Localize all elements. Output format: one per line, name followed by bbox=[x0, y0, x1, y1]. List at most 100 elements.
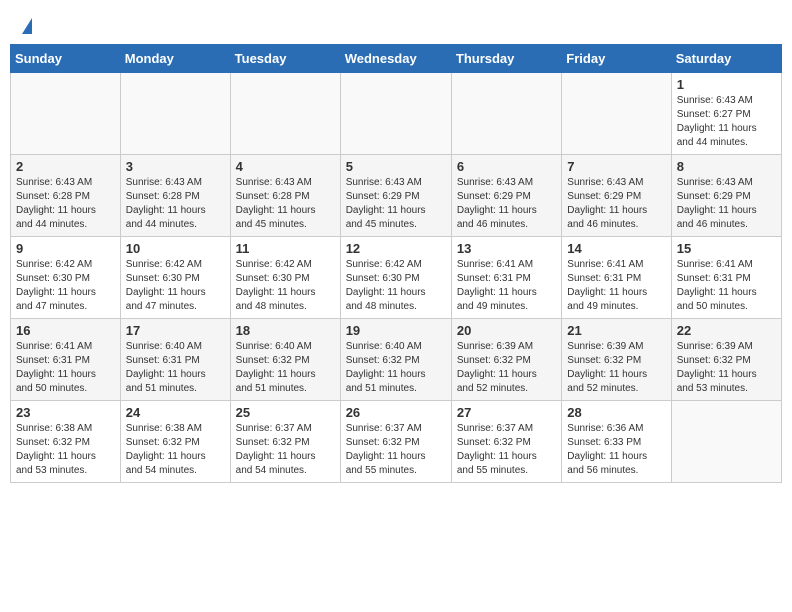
day-info: Sunrise: 6:41 AM Sunset: 6:31 PM Dayligh… bbox=[567, 258, 665, 314]
weekday-header-saturday: Saturday bbox=[671, 45, 781, 73]
day-info: Sunrise: 6:43 AM Sunset: 6:28 PM Dayligh… bbox=[16, 176, 115, 232]
day-number: 4 bbox=[236, 159, 335, 174]
day-info: Sunrise: 6:37 AM Sunset: 6:32 PM Dayligh… bbox=[457, 422, 556, 478]
day-info: Sunrise: 6:43 AM Sunset: 6:28 PM Dayligh… bbox=[126, 176, 225, 232]
day-number: 27 bbox=[457, 405, 556, 420]
day-info: Sunrise: 6:39 AM Sunset: 6:32 PM Dayligh… bbox=[457, 340, 556, 396]
logo bbox=[20, 18, 32, 34]
calendar-week-2: 2 Sunrise: 6:43 AM Sunset: 6:28 PM Daylig… bbox=[11, 155, 782, 237]
calendar-cell: 7 Sunrise: 6:43 AM Sunset: 6:29 PM Daylig… bbox=[562, 155, 671, 237]
weekday-header-thursday: Thursday bbox=[451, 45, 561, 73]
day-info: Sunrise: 6:41 AM Sunset: 6:31 PM Dayligh… bbox=[677, 258, 776, 314]
day-number: 25 bbox=[236, 405, 335, 420]
day-number: 26 bbox=[346, 405, 446, 420]
calendar-cell: 11 Sunrise: 6:42 AM Sunset: 6:30 PM Dayli… bbox=[230, 237, 340, 319]
day-number: 20 bbox=[457, 323, 556, 338]
page-header bbox=[10, 10, 782, 38]
day-info: Sunrise: 6:43 AM Sunset: 6:29 PM Dayligh… bbox=[457, 176, 556, 232]
calendar-cell: 12Sunrise: 6:42 AM Sunset: 6:30 PM Dayli… bbox=[340, 237, 451, 319]
day-info: Sunrise: 6:37 AM Sunset: 6:32 PM Dayligh… bbox=[236, 422, 335, 478]
calendar-cell: 1Sunrise: 6:43 AM Sunset: 6:27 PM Daylig… bbox=[671, 73, 781, 155]
calendar-cell bbox=[451, 73, 561, 155]
calendar-week-4: 16 Sunrise: 6:41 AM Sunset: 6:31 PM Dayli… bbox=[11, 319, 782, 401]
logo-triangle-icon bbox=[22, 18, 32, 34]
day-info: Sunrise: 6:42 AM Sunset: 6:30 PM Dayligh… bbox=[236, 258, 335, 314]
calendar-cell: 9 Sunrise: 6:42 AM Sunset: 6:30 PM Daylig… bbox=[11, 237, 121, 319]
calendar-cell: 4 Sunrise: 6:43 AM Sunset: 6:28 PM Daylig… bbox=[230, 155, 340, 237]
calendar-cell: 25 Sunrise: 6:37 AM Sunset: 6:32 PM Dayli… bbox=[230, 401, 340, 483]
day-info: Sunrise: 6:36 AM Sunset: 6:33 PM Dayligh… bbox=[567, 422, 665, 478]
day-number: 9 bbox=[16, 241, 115, 256]
calendar-table: SundayMondayTuesdayWednesdayThursdayFrid… bbox=[10, 44, 782, 483]
calendar-cell: 19 Sunrise: 6:40 AM Sunset: 6:32 PM Dayli… bbox=[340, 319, 451, 401]
calendar-cell: 6 Sunrise: 6:43 AM Sunset: 6:29 PM Daylig… bbox=[451, 155, 561, 237]
calendar-cell: 5 Sunrise: 6:43 AM Sunset: 6:29 PM Daylig… bbox=[340, 155, 451, 237]
day-info: Sunrise: 6:40 AM Sunset: 6:32 PM Dayligh… bbox=[346, 340, 446, 396]
calendar-cell: 3 Sunrise: 6:43 AM Sunset: 6:28 PM Daylig… bbox=[120, 155, 230, 237]
calendar-cell: 23 Sunrise: 6:38 AM Sunset: 6:32 PM Dayli… bbox=[11, 401, 121, 483]
day-number: 2 bbox=[16, 159, 115, 174]
calendar-cell: 27 Sunrise: 6:37 AM Sunset: 6:32 PM Dayli… bbox=[451, 401, 561, 483]
day-number: 5 bbox=[346, 159, 446, 174]
day-number: 23 bbox=[16, 405, 115, 420]
day-info: Sunrise: 6:41 AM Sunset: 6:31 PM Dayligh… bbox=[457, 258, 556, 314]
day-info: Sunrise: 6:42 AM Sunset: 6:30 PM Dayligh… bbox=[126, 258, 225, 314]
weekday-header-row: SundayMondayTuesdayWednesdayThursdayFrid… bbox=[11, 45, 782, 73]
day-number: 6 bbox=[457, 159, 556, 174]
calendar-cell bbox=[11, 73, 121, 155]
calendar-cell: 22 Sunrise: 6:39 AM Sunset: 6:32 PM Dayli… bbox=[671, 319, 781, 401]
day-number: 19 bbox=[346, 323, 446, 338]
calendar-week-5: 23 Sunrise: 6:38 AM Sunset: 6:32 PM Dayli… bbox=[11, 401, 782, 483]
day-info: Sunrise: 6:40 AM Sunset: 6:31 PM Dayligh… bbox=[126, 340, 225, 396]
day-number: 22 bbox=[677, 323, 776, 338]
day-info: Sunrise: 6:43 AM Sunset: 6:29 PM Dayligh… bbox=[346, 176, 446, 232]
calendar-cell: 17 Sunrise: 6:40 AM Sunset: 6:31 PM Dayli… bbox=[120, 319, 230, 401]
day-info: Sunrise: 6:43 AM Sunset: 6:29 PM Dayligh… bbox=[677, 176, 776, 232]
day-info: Sunrise: 6:42 AM Sunset: 6:30 PM Dayligh… bbox=[16, 258, 115, 314]
day-number: 10 bbox=[126, 241, 225, 256]
day-info: Sunrise: 6:39 AM Sunset: 6:32 PM Dayligh… bbox=[567, 340, 665, 396]
day-number: 13 bbox=[457, 241, 556, 256]
calendar-cell: 10 Sunrise: 6:42 AM Sunset: 6:30 PM Dayli… bbox=[120, 237, 230, 319]
weekday-header-monday: Monday bbox=[120, 45, 230, 73]
calendar-week-3: 9 Sunrise: 6:42 AM Sunset: 6:30 PM Daylig… bbox=[11, 237, 782, 319]
day-number: 18 bbox=[236, 323, 335, 338]
calendar-cell: 28 Sunrise: 6:36 AM Sunset: 6:33 PM Dayli… bbox=[562, 401, 671, 483]
day-number: 3 bbox=[126, 159, 225, 174]
calendar-cell bbox=[120, 73, 230, 155]
weekday-header-friday: Friday bbox=[562, 45, 671, 73]
calendar-cell: 16 Sunrise: 6:41 AM Sunset: 6:31 PM Dayli… bbox=[11, 319, 121, 401]
day-number: 16 bbox=[16, 323, 115, 338]
calendar-cell: 21Sunrise: 6:39 AM Sunset: 6:32 PM Dayli… bbox=[562, 319, 671, 401]
day-info: Sunrise: 6:43 AM Sunset: 6:29 PM Dayligh… bbox=[567, 176, 665, 232]
day-number: 8 bbox=[677, 159, 776, 174]
weekday-header-tuesday: Tuesday bbox=[230, 45, 340, 73]
day-number: 7 bbox=[567, 159, 665, 174]
day-number: 14 bbox=[567, 241, 665, 256]
day-number: 17 bbox=[126, 323, 225, 338]
calendar-week-1: 1Sunrise: 6:43 AM Sunset: 6:27 PM Daylig… bbox=[11, 73, 782, 155]
calendar-cell: 24Sunrise: 6:38 AM Sunset: 6:32 PM Dayli… bbox=[120, 401, 230, 483]
day-number: 1 bbox=[677, 77, 776, 92]
calendar-cell: 15 Sunrise: 6:41 AM Sunset: 6:31 PM Dayli… bbox=[671, 237, 781, 319]
calendar-cell: 8 Sunrise: 6:43 AM Sunset: 6:29 PM Daylig… bbox=[671, 155, 781, 237]
day-info: Sunrise: 6:41 AM Sunset: 6:31 PM Dayligh… bbox=[16, 340, 115, 396]
day-number: 12 bbox=[346, 241, 446, 256]
day-number: 15 bbox=[677, 241, 776, 256]
day-number: 24 bbox=[126, 405, 225, 420]
day-info: Sunrise: 6:39 AM Sunset: 6:32 PM Dayligh… bbox=[677, 340, 776, 396]
calendar-cell: 13 Sunrise: 6:41 AM Sunset: 6:31 PM Dayli… bbox=[451, 237, 561, 319]
day-info: Sunrise: 6:40 AM Sunset: 6:32 PM Dayligh… bbox=[236, 340, 335, 396]
day-info: Sunrise: 6:37 AM Sunset: 6:32 PM Dayligh… bbox=[346, 422, 446, 478]
calendar-cell: 14 Sunrise: 6:41 AM Sunset: 6:31 PM Dayli… bbox=[562, 237, 671, 319]
calendar-cell bbox=[340, 73, 451, 155]
day-number: 28 bbox=[567, 405, 665, 420]
calendar-cell: 18 Sunrise: 6:40 AM Sunset: 6:32 PM Dayli… bbox=[230, 319, 340, 401]
weekday-header-wednesday: Wednesday bbox=[340, 45, 451, 73]
day-info: Sunrise: 6:38 AM Sunset: 6:32 PM Dayligh… bbox=[16, 422, 115, 478]
calendar-cell bbox=[562, 73, 671, 155]
calendar-cell: 20 Sunrise: 6:39 AM Sunset: 6:32 PM Dayli… bbox=[451, 319, 561, 401]
calendar-cell: 26 Sunrise: 6:37 AM Sunset: 6:32 PM Dayli… bbox=[340, 401, 451, 483]
day-info: Sunrise: 6:43 AM Sunset: 6:28 PM Dayligh… bbox=[236, 176, 335, 232]
day-number: 11 bbox=[236, 241, 335, 256]
